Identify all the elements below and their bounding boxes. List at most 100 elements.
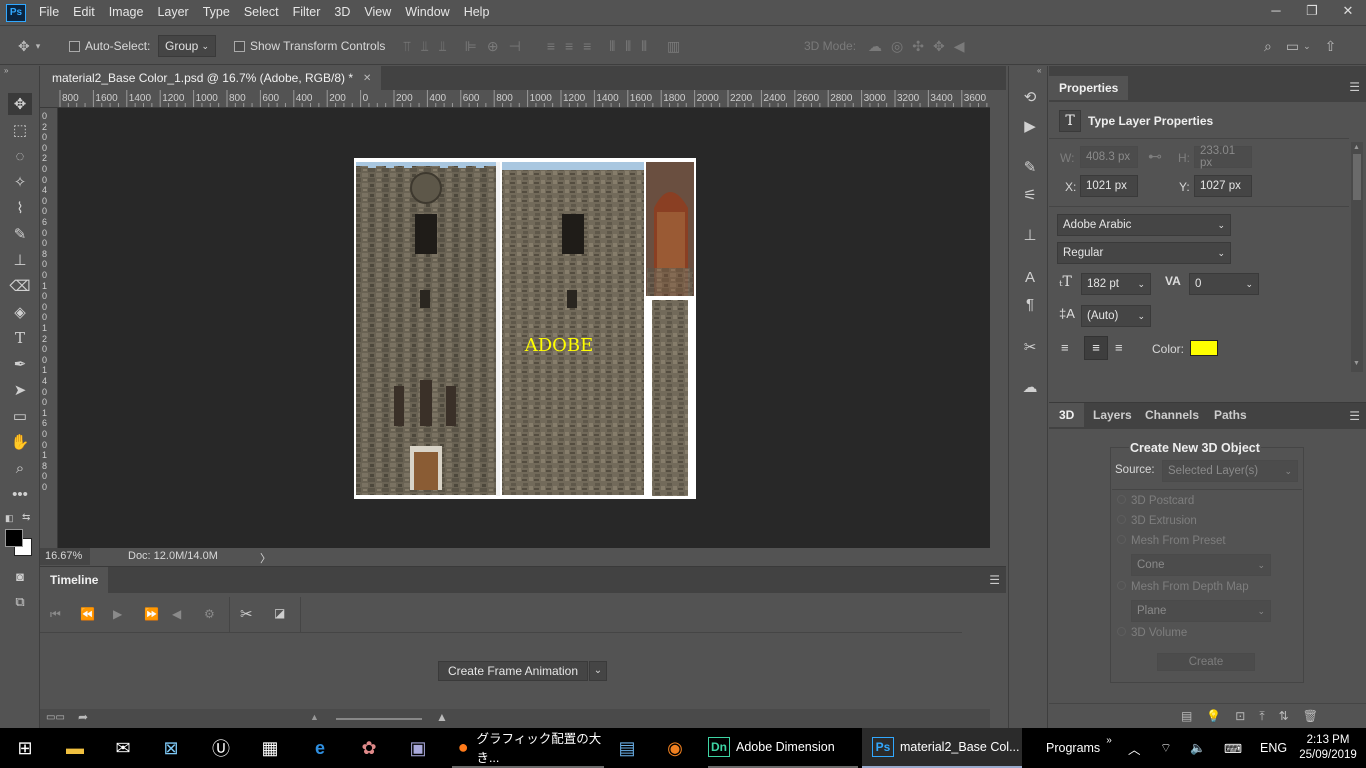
workspace-icon[interactable]: ▭ bbox=[1286, 38, 1299, 55]
auto-select-checkbox[interactable]: Auto-Select: bbox=[69, 26, 150, 66]
quick-mask-icon[interactable]: ◙ bbox=[8, 565, 32, 587]
delete-icon[interactable]: 🗑 bbox=[1303, 709, 1318, 724]
panel-menu-icon[interactable]: ☰ bbox=[989, 573, 1000, 587]
document-tab[interactable]: material2_Base Color_1.psd @ 16.7% (Adob… bbox=[40, 66, 382, 90]
taskbar-unreal[interactable]: Ⓤ bbox=[208, 728, 234, 768]
tab-paths[interactable]: Paths bbox=[1204, 403, 1257, 427]
orbit-3d-icon[interactable]: ☁ bbox=[868, 38, 882, 55]
zoom-slider[interactable] bbox=[336, 718, 422, 720]
align-top-icon[interactable]: ⫪ bbox=[403, 38, 411, 55]
status-menu-arrow[interactable]: 〉 bbox=[260, 550, 271, 566]
font-size-field[interactable]: 182 pt ⌄ bbox=[1081, 273, 1151, 295]
taskbar-paint[interactable]: ✿ bbox=[356, 728, 382, 768]
align-bottom-icon[interactable]: ⫫ bbox=[439, 38, 447, 55]
magic-wand-tool-icon[interactable]: ✧ bbox=[8, 171, 32, 193]
roll-3d-icon[interactable]: ◎ bbox=[891, 38, 903, 55]
menu-view[interactable]: View bbox=[357, 0, 398, 25]
menu-file[interactable]: File bbox=[32, 0, 66, 25]
align-center-text-icon[interactable]: ≡ bbox=[1084, 336, 1108, 360]
taskbar-blender[interactable]: ◉ bbox=[662, 728, 688, 768]
align-left-icon[interactable]: ⊫ bbox=[465, 38, 477, 55]
pen-tool-icon[interactable]: ✒ bbox=[8, 353, 32, 375]
path-select-tool-icon[interactable]: ➤ bbox=[8, 379, 32, 401]
menu-layer[interactable]: Layer bbox=[150, 0, 195, 25]
taskbar-app[interactable]: ▤ bbox=[614, 728, 640, 768]
tab-3d[interactable]: 3D bbox=[1049, 403, 1085, 427]
link-icon[interactable]: ⊷ bbox=[1148, 148, 1162, 165]
scale-3d-icon[interactable]: ◀ bbox=[954, 38, 965, 55]
align-right-icon[interactable]: ⊣ bbox=[509, 38, 521, 55]
history-icon[interactable]: ⟲ bbox=[1019, 86, 1041, 108]
hand-tool-icon[interactable]: ✋ bbox=[8, 431, 32, 453]
type-tool-icon[interactable]: T bbox=[8, 327, 32, 349]
canvas-text-layer[interactable]: ADOBE bbox=[524, 335, 594, 356]
default-colors-icon[interactable]: ◧ bbox=[5, 513, 14, 524]
play-icon[interactable]: ▶ bbox=[113, 607, 122, 621]
panel-menu-icon[interactable]: ☰ bbox=[1349, 80, 1360, 94]
opt-mesh-from-depth-map[interactable]: Mesh From Depth Map bbox=[1117, 581, 1249, 593]
taskbar-firefox[interactable]: ● グラフィック配置の大き... bbox=[452, 728, 604, 768]
create-3d-button[interactable]: Create bbox=[1157, 653, 1255, 671]
y-field[interactable]: 1027 px bbox=[1194, 175, 1252, 197]
align-right-text-icon[interactable]: ≡ bbox=[1115, 340, 1123, 355]
scrollbar-thumb[interactable] bbox=[1353, 154, 1361, 200]
foreground-color-swatch[interactable] bbox=[5, 529, 23, 547]
ground-icon[interactable]: ⇅ bbox=[1279, 709, 1289, 724]
move-tool-preset[interactable]: ✥ ▾ bbox=[18, 26, 40, 66]
taskbar-photos[interactable]: ▣ bbox=[405, 728, 431, 768]
opt-3d-postcard[interactable]: 3D Postcard bbox=[1117, 495, 1194, 507]
settings-gear-icon[interactable]: ⚙ bbox=[204, 607, 215, 621]
expand-panels-icon[interactable]: « bbox=[1037, 66, 1041, 75]
close-window-button[interactable]: ✕ bbox=[1330, 0, 1366, 25]
taskbar-explorer[interactable]: ▬ bbox=[62, 728, 88, 768]
tab-channels[interactable]: Channels bbox=[1135, 403, 1209, 427]
search-icon[interactable]: ⌕ bbox=[1264, 38, 1272, 55]
zoom-level[interactable]: 16.67% bbox=[40, 548, 90, 565]
move-tool-icon[interactable]: ✥ bbox=[8, 93, 32, 115]
taskbar-store[interactable]: ⊠ bbox=[158, 728, 184, 768]
network-icon[interactable]: ⌔ bbox=[1160, 728, 1172, 768]
restore-button[interactable]: ❐ bbox=[1294, 0, 1330, 25]
close-tab-icon[interactable]: ✕ bbox=[363, 73, 371, 84]
taskbar-programs[interactable]: Programs » bbox=[1046, 728, 1112, 768]
width-field[interactable]: 408.3 px bbox=[1080, 146, 1138, 168]
scroll-up-icon[interactable]: ▲ bbox=[1353, 144, 1360, 151]
taskbar-dimension[interactable]: Dn Adobe Dimension bbox=[708, 728, 858, 768]
marquee-tool-icon[interactable]: ⬚ bbox=[8, 119, 32, 141]
menu-filter[interactable]: Filter bbox=[286, 0, 328, 25]
opt-mesh-from-preset[interactable]: Mesh From Preset bbox=[1117, 535, 1226, 547]
checkbox-box[interactable] bbox=[234, 40, 245, 52]
align-vcenter-icon[interactable]: ⫫ bbox=[421, 38, 429, 55]
clone-source-icon[interactable]: ⊥ bbox=[1019, 224, 1041, 246]
character-icon[interactable]: A bbox=[1019, 266, 1041, 288]
brush-tool-icon[interactable]: ✎ bbox=[8, 223, 32, 245]
taskbar-calendar[interactable]: ▦ bbox=[257, 728, 283, 768]
language-indicator[interactable]: ENG bbox=[1260, 728, 1287, 768]
render-icon[interactable]: ⤒ bbox=[1259, 709, 1264, 724]
split-scissors-icon[interactable]: ✂ bbox=[240, 605, 253, 623]
filter-icon[interactable]: ▤ bbox=[1181, 709, 1192, 724]
zoom-tool-icon[interactable]: ⌕ bbox=[8, 457, 32, 479]
distribute-vcenter-icon[interactable]: ≡ bbox=[565, 38, 573, 54]
panel-menu-icon[interactable]: ☰ bbox=[1349, 409, 1360, 423]
menu-select[interactable]: Select bbox=[237, 0, 286, 25]
leading-field[interactable]: (Auto) ⌄ bbox=[1081, 305, 1151, 327]
screen-mode-icon[interactable]: ⧉ bbox=[8, 591, 32, 613]
stamp-tool-icon[interactable]: ⊥ bbox=[8, 249, 32, 271]
swap-colors-icon[interactable]: ⇆ bbox=[22, 512, 30, 523]
create-frame-animation-button[interactable]: Create Frame Animation bbox=[438, 661, 588, 681]
timeline-tab[interactable]: Timeline bbox=[40, 567, 109, 593]
more-tools-icon[interactable]: ••• bbox=[8, 483, 32, 505]
prev-frame-icon[interactable]: ⏪ bbox=[80, 607, 95, 621]
menu-image[interactable]: Image bbox=[102, 0, 151, 25]
depth-map-dropdown[interactable]: Plane ⌄ bbox=[1131, 600, 1271, 622]
menu-edit[interactable]: Edit bbox=[66, 0, 102, 25]
height-field[interactable]: 233.01 px bbox=[1194, 145, 1252, 169]
font-family-dropdown[interactable]: Adobe Arabic ⌄ bbox=[1057, 214, 1231, 236]
eyedropper-tool-icon[interactable]: ⌇ bbox=[8, 197, 32, 219]
chevron-down-icon[interactable]: ⌄ bbox=[1303, 41, 1311, 52]
menu-3d[interactable]: 3D bbox=[327, 0, 357, 25]
zoom-in-icon[interactable]: ▲ bbox=[436, 710, 448, 724]
align-hcenter-icon[interactable]: ⊕ bbox=[487, 38, 499, 55]
distribute-bottom-icon[interactable]: ≡ bbox=[583, 38, 591, 54]
